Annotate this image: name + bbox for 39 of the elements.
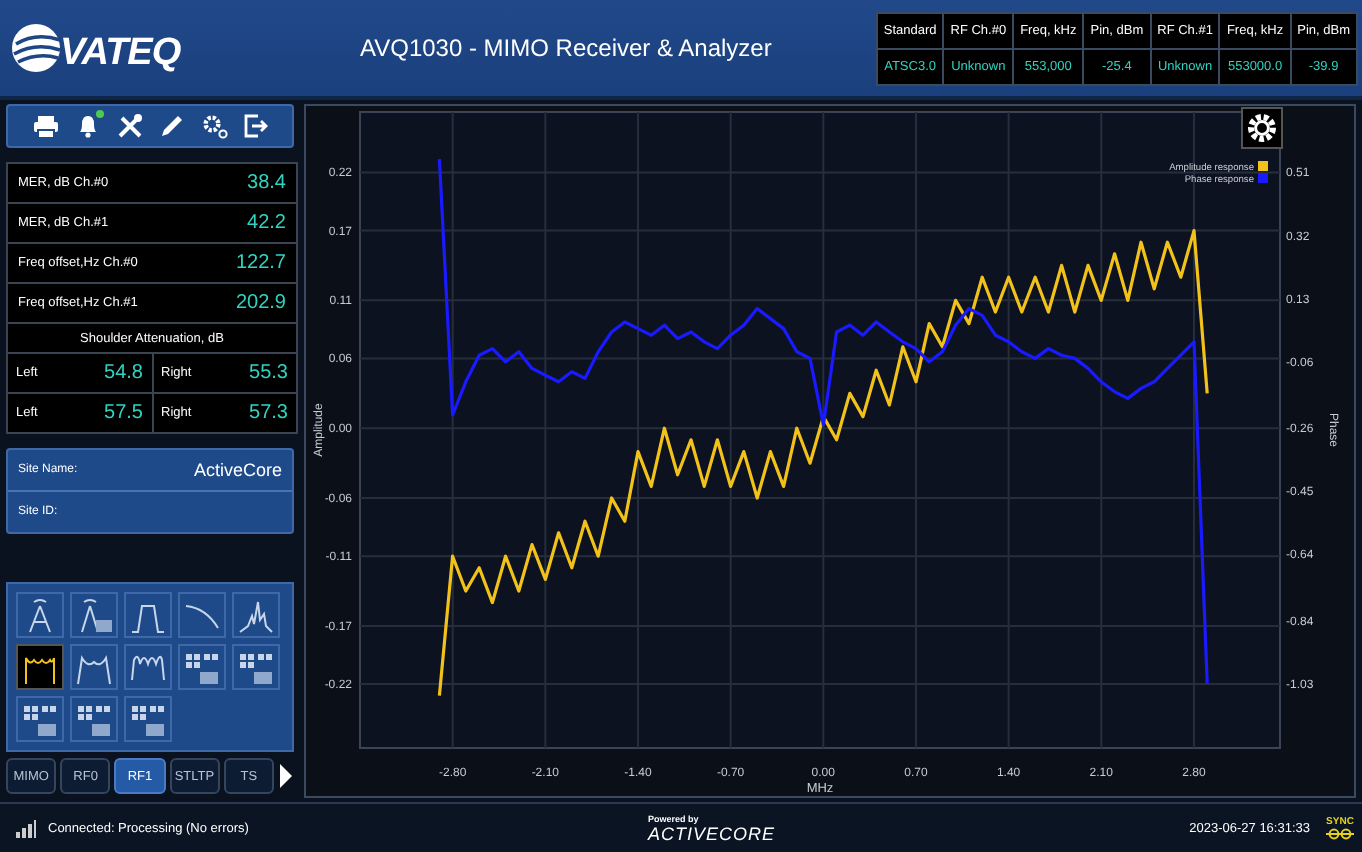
metric-value: 122.7 — [235, 252, 286, 274]
metric-value: 57.5 — [104, 402, 143, 424]
metric-value: 38.4 — [247, 172, 286, 194]
exit-button[interactable] — [239, 110, 271, 142]
mode-button[interactable] — [232, 644, 280, 690]
field-value: ActiveCore — [193, 460, 282, 480]
tools-button[interactable] — [113, 110, 145, 142]
settings-button[interactable] — [1241, 107, 1283, 149]
signal-icon — [16, 819, 36, 837]
scroll-right-button[interactable] — [278, 762, 295, 790]
metric-value: 202.9 — [235, 292, 286, 314]
mode-button[interactable] — [124, 592, 172, 638]
mode-button[interactable] — [70, 592, 118, 638]
tools-icon — [115, 112, 143, 140]
mode-button[interactable] — [16, 696, 64, 742]
metric-value: 57.3 — [249, 402, 288, 424]
mode-button[interactable] — [178, 592, 226, 638]
metric-value: 55.3 — [249, 362, 288, 384]
logo-text: VATEQ — [60, 32, 181, 76]
mode-button[interactable] — [124, 644, 172, 690]
settings-icon — [1248, 114, 1276, 142]
mode-button[interactable] — [232, 592, 280, 638]
mode-button[interactable] — [16, 592, 64, 638]
right-triangle-icon — [278, 762, 295, 790]
gears-icon — [199, 112, 227, 140]
exit-icon — [241, 112, 269, 140]
print-icon — [31, 112, 59, 140]
metric-value: 42.2 — [247, 212, 286, 234]
brand-logo: ACTIVECORE — [648, 823, 776, 843]
mode-button[interactable] — [178, 644, 226, 690]
link-icon — [1326, 828, 1354, 840]
window-title: AVQ1030 - MIMO Receiver & Analyzer — [360, 34, 772, 62]
pencil-icon — [157, 112, 185, 140]
mode-button[interactable] — [70, 644, 118, 690]
mode-button[interactable] — [16, 644, 64, 690]
metric-value: 54.8 — [104, 362, 143, 384]
mode-button[interactable] — [124, 696, 172, 742]
print-button[interactable] — [29, 110, 61, 142]
mode-button[interactable] — [70, 696, 118, 742]
